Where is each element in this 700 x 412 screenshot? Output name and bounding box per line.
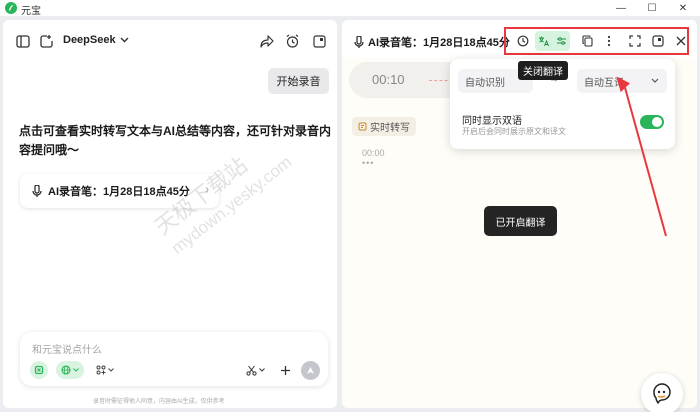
tools-menu-button[interactable]	[94, 361, 116, 379]
source-language-value: 自动识别	[465, 77, 505, 89]
send-button[interactable]	[301, 361, 320, 380]
tab-label: 实时转写	[370, 122, 410, 134]
sidebar-toggle-button[interactable]	[15, 33, 31, 49]
apps-grid-icon	[96, 365, 106, 375]
app-title: 元宝	[21, 6, 41, 17]
dual-display-description: 开启后会同时展示原文和译文	[462, 127, 566, 136]
new-chat-button[interactable]	[39, 33, 55, 49]
close-translation-tooltip: 关闭翻译	[518, 61, 568, 80]
share-button[interactable]	[259, 33, 275, 49]
close-window-button[interactable]: ✕	[668, 0, 698, 16]
minimize-icon: —	[616, 2, 626, 14]
chevron-down-icon	[120, 37, 129, 43]
title-bar: 元宝 — ☐ ✕	[0, 0, 700, 17]
transcript-icon	[358, 122, 367, 130]
chat-input-box[interactable]: 和元宝说点什么	[20, 332, 328, 386]
scissors-menu-button[interactable]	[244, 361, 266, 379]
start-recording-button[interactable]: 开始录音	[268, 68, 329, 94]
send-arrow-icon	[307, 367, 314, 374]
assistant-mascot-icon	[653, 383, 671, 404]
sidebar-icon	[16, 34, 30, 48]
window-icon	[312, 34, 326, 48]
dual-display-label: 同时显示双语	[462, 116, 522, 127]
dual-display-toggle[interactable]	[640, 115, 664, 129]
recording-title: AI录音笔：1月28日18点45分	[354, 34, 510, 50]
chat-input-placeholder[interactable]: 和元宝说点什么	[32, 341, 102, 356]
scissors-icon	[245, 365, 257, 376]
chevron-down-icon	[73, 368, 79, 372]
plus-icon	[280, 365, 290, 375]
globe-icon	[61, 365, 71, 375]
disclaimer-text: 录音时需征得他人同意，内容由AI生成，仅供参考	[93, 399, 225, 405]
model-selector[interactable]: DeepSeek	[63, 34, 129, 46]
player-time: 00:10	[372, 72, 405, 87]
recorder-icon	[32, 185, 42, 197]
deep-think-button[interactable]	[30, 361, 48, 379]
alarm-clock-icon	[286, 34, 298, 48]
deep-think-icon	[34, 365, 44, 375]
recording-panel-header: AI录音笔：1月28日18点45分	[342, 20, 697, 58]
transcript-timestamp: 00:00	[362, 148, 385, 158]
transcript-loading-dots: •••	[362, 158, 375, 168]
toolbar-highlight-box	[504, 27, 689, 55]
tab-live-transcript[interactable]: 实时转写	[352, 116, 416, 136]
note-card-title: AI录音笔：1月28日18点45分	[48, 186, 190, 198]
chevron-down-icon	[108, 368, 114, 372]
recording-panel: AI录音笔：1月28日18点45分 00:10 实时转写 00:00 ••• 已…	[342, 20, 697, 408]
share-icon	[260, 34, 274, 48]
web-search-button[interactable]	[56, 361, 84, 379]
chevron-down-icon	[651, 78, 659, 83]
close-icon: ✕	[678, 2, 688, 14]
add-attachment-button[interactable]	[277, 361, 293, 379]
workspace: DeepSeek 开始录音 点击可查看实时转写文本与AI总结等内容，还可针对录音…	[0, 16, 700, 412]
intro-message: 点击可查看实时转写文本与AI总结等内容，还可针对录音内容提问哦～	[19, 124, 332, 157]
app-logo-icon	[5, 2, 17, 14]
chevron-down-icon	[258, 368, 265, 372]
model-name-label: DeepSeek	[63, 34, 116, 46]
assistant-button[interactable]	[641, 373, 683, 412]
toggle-knob	[652, 117, 662, 127]
minimize-button[interactable]: —	[606, 0, 636, 16]
target-language-value: 自动互译	[584, 77, 624, 89]
maximize-icon: ☐	[647, 2, 657, 14]
new-window-button[interactable]	[311, 33, 327, 49]
alarm-button[interactable]	[284, 33, 300, 49]
target-language-select[interactable]: 自动互译	[577, 69, 667, 93]
new-chat-icon	[40, 35, 53, 48]
recorder-icon	[354, 36, 364, 48]
recording-title-text: AI录音笔：1月28日18点45分	[368, 37, 510, 49]
translation-toast: 已开启翻译	[484, 206, 557, 236]
maximize-button[interactable]: ☐	[637, 0, 667, 16]
transcript-tabs: 实时转写	[352, 116, 416, 136]
